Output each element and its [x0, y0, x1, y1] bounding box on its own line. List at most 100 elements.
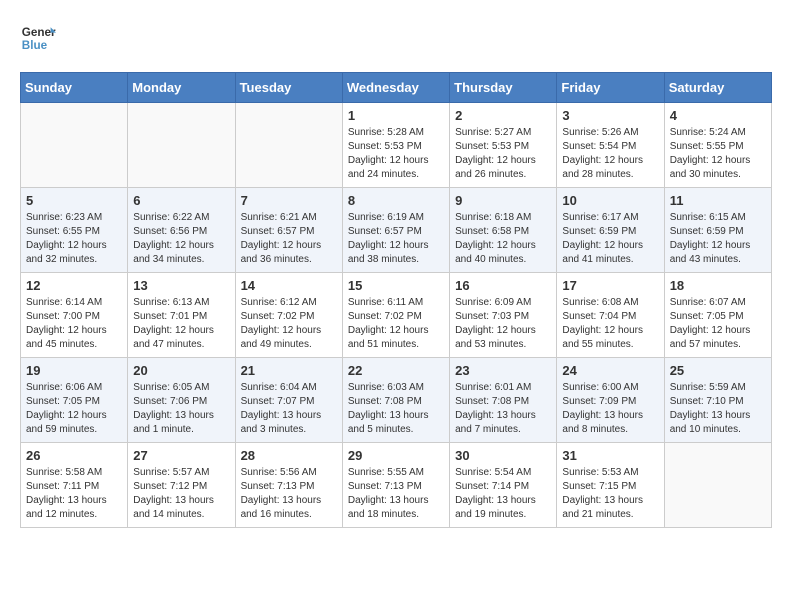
- day-number: 8: [348, 193, 444, 208]
- day-number: 13: [133, 278, 229, 293]
- calendar-cell: 14 Sunrise: 6:12 AM Sunset: 7:02 PM Dayli…: [235, 273, 342, 358]
- day-detail: Sunrise: 6:05 AM Sunset: 7:06 PM Dayligh…: [133, 381, 229, 437]
- day-number: 7: [241, 193, 337, 208]
- day-number: 31: [562, 448, 658, 463]
- day-detail: Sunrise: 6:18 AM Sunset: 6:58 PM Dayligh…: [455, 211, 551, 267]
- day-detail: Sunrise: 6:15 AM Sunset: 6:59 PM Dayligh…: [670, 211, 766, 267]
- calendar-cell: 1 Sunrise: 5:28 AM Sunset: 5:53 PM Daylig…: [342, 103, 449, 188]
- day-number: 30: [455, 448, 551, 463]
- calendar-cell: 3Sunrise: 5:26 AM Sunset: 5:54 PM Daylig…: [557, 103, 664, 188]
- weekday-header-wednesday: Wednesday: [342, 73, 449, 103]
- calendar-cell: 4 Sunrise: 5:24 AM Sunset: 5:55 PM Daylig…: [664, 103, 771, 188]
- weekday-header-row: SundayMondayTuesdayWednesdayThursdayFrid…: [21, 73, 772, 103]
- day-detail: Sunrise: 5:26 AM Sunset: 5:54 PM Dayligh…: [562, 126, 658, 182]
- calendar-cell: 15 Sunrise: 6:11 AM Sunset: 7:02 PM Dayli…: [342, 273, 449, 358]
- week-row-2: 5 Sunrise: 6:23 AM Sunset: 6:55 PM Daylig…: [21, 188, 772, 273]
- day-number: 10: [562, 193, 658, 208]
- day-number: 9: [455, 193, 551, 208]
- calendar-cell: 31 Sunrise: 5:53 AM Sunset: 7:15 PM Dayli…: [557, 443, 664, 528]
- week-row-3: 12 Sunrise: 6:14 AM Sunset: 7:00 PM Dayli…: [21, 273, 772, 358]
- weekday-header-friday: Friday: [557, 73, 664, 103]
- day-number: 4: [670, 108, 766, 123]
- week-row-1: 1 Sunrise: 5:28 AM Sunset: 5:53 PM Daylig…: [21, 103, 772, 188]
- calendar-cell: 29Sunrise: 5:55 AM Sunset: 7:13 PM Dayli…: [342, 443, 449, 528]
- weekday-header-tuesday: Tuesday: [235, 73, 342, 103]
- day-detail: Sunrise: 6:07 AM Sunset: 7:05 PM Dayligh…: [670, 296, 766, 352]
- calendar-cell: 8 Sunrise: 6:19 AM Sunset: 6:57 PM Daylig…: [342, 188, 449, 273]
- calendar-cell: [235, 103, 342, 188]
- weekday-header-monday: Monday: [128, 73, 235, 103]
- calendar-cell: 13 Sunrise: 6:13 AM Sunset: 7:01 PM Dayli…: [128, 273, 235, 358]
- day-number: 16: [455, 278, 551, 293]
- day-detail: Sunrise: 5:27 AM Sunset: 5:53 PM Dayligh…: [455, 126, 551, 182]
- calendar-cell: [128, 103, 235, 188]
- page-header: General Blue: [20, 20, 772, 56]
- day-number: 29: [348, 448, 444, 463]
- day-detail: Sunrise: 6:06 AM Sunset: 7:05 PM Dayligh…: [26, 381, 122, 437]
- day-number: 24: [562, 363, 658, 378]
- calendar-cell: 6Sunrise: 6:22 AM Sunset: 6:56 PM Daylig…: [128, 188, 235, 273]
- calendar-cell: 24 Sunrise: 6:00 AM Sunset: 7:09 PM Dayli…: [557, 358, 664, 443]
- calendar-cell: 30Sunrise: 5:54 AM Sunset: 7:14 PM Dayli…: [450, 443, 557, 528]
- day-detail: Sunrise: 6:11 AM Sunset: 7:02 PM Dayligh…: [348, 296, 444, 352]
- day-number: 22: [348, 363, 444, 378]
- calendar-cell: 16 Sunrise: 6:09 AM Sunset: 7:03 PM Dayli…: [450, 273, 557, 358]
- day-detail: Sunrise: 6:04 AM Sunset: 7:07 PM Dayligh…: [241, 381, 337, 437]
- day-number: 23: [455, 363, 551, 378]
- day-detail: Sunrise: 5:56 AM Sunset: 7:13 PM Dayligh…: [241, 466, 337, 522]
- logo: General Blue: [20, 20, 56, 56]
- svg-text:Blue: Blue: [22, 39, 48, 52]
- calendar-cell: 21Sunrise: 6:04 AM Sunset: 7:07 PM Dayli…: [235, 358, 342, 443]
- calendar-cell: [21, 103, 128, 188]
- calendar-cell: 12 Sunrise: 6:14 AM Sunset: 7:00 PM Dayli…: [21, 273, 128, 358]
- day-number: 5: [26, 193, 122, 208]
- calendar-cell: 7Sunrise: 6:21 AM Sunset: 6:57 PM Daylig…: [235, 188, 342, 273]
- day-detail: Sunrise: 6:00 AM Sunset: 7:09 PM Dayligh…: [562, 381, 658, 437]
- day-detail: Sunrise: 6:19 AM Sunset: 6:57 PM Dayligh…: [348, 211, 444, 267]
- calendar-cell: 23 Sunrise: 6:01 AM Sunset: 7:08 PM Dayli…: [450, 358, 557, 443]
- day-detail: Sunrise: 6:13 AM Sunset: 7:01 PM Dayligh…: [133, 296, 229, 352]
- day-number: 12: [26, 278, 122, 293]
- day-detail: Sunrise: 6:22 AM Sunset: 6:56 PM Dayligh…: [133, 211, 229, 267]
- day-detail: Sunrise: 6:17 AM Sunset: 6:59 PM Dayligh…: [562, 211, 658, 267]
- day-detail: Sunrise: 5:53 AM Sunset: 7:15 PM Dayligh…: [562, 466, 658, 522]
- calendar-table: SundayMondayTuesdayWednesdayThursdayFrid…: [20, 72, 772, 528]
- day-detail: Sunrise: 5:28 AM Sunset: 5:53 PM Dayligh…: [348, 126, 444, 182]
- day-detail: Sunrise: 5:58 AM Sunset: 7:11 PM Dayligh…: [26, 466, 122, 522]
- day-number: 18: [670, 278, 766, 293]
- calendar-cell: 17 Sunrise: 6:08 AM Sunset: 7:04 PM Dayli…: [557, 273, 664, 358]
- weekday-header-thursday: Thursday: [450, 73, 557, 103]
- calendar-cell: 28Sunrise: 5:56 AM Sunset: 7:13 PM Dayli…: [235, 443, 342, 528]
- day-number: 11: [670, 193, 766, 208]
- day-detail: Sunrise: 6:09 AM Sunset: 7:03 PM Dayligh…: [455, 296, 551, 352]
- day-detail: Sunrise: 6:12 AM Sunset: 7:02 PM Dayligh…: [241, 296, 337, 352]
- calendar-cell: 20 Sunrise: 6:05 AM Sunset: 7:06 PM Dayli…: [128, 358, 235, 443]
- week-row-5: 26 Sunrise: 5:58 AM Sunset: 7:11 PM Dayli…: [21, 443, 772, 528]
- logo-icon: General Blue: [20, 20, 56, 56]
- day-number: 25: [670, 363, 766, 378]
- calendar-cell: 2 Sunrise: 5:27 AM Sunset: 5:53 PM Daylig…: [450, 103, 557, 188]
- weekday-header-sunday: Sunday: [21, 73, 128, 103]
- day-number: 20: [133, 363, 229, 378]
- calendar-cell: [664, 443, 771, 528]
- calendar-cell: 18 Sunrise: 6:07 AM Sunset: 7:05 PM Dayli…: [664, 273, 771, 358]
- calendar-cell: 19 Sunrise: 6:06 AM Sunset: 7:05 PM Dayli…: [21, 358, 128, 443]
- day-number: 15: [348, 278, 444, 293]
- calendar-cell: 10 Sunrise: 6:17 AM Sunset: 6:59 PM Dayli…: [557, 188, 664, 273]
- day-number: 19: [26, 363, 122, 378]
- day-detail: Sunrise: 6:08 AM Sunset: 7:04 PM Dayligh…: [562, 296, 658, 352]
- day-detail: Sunrise: 5:24 AM Sunset: 5:55 PM Dayligh…: [670, 126, 766, 182]
- day-detail: Sunrise: 6:01 AM Sunset: 7:08 PM Dayligh…: [455, 381, 551, 437]
- day-number: 26: [26, 448, 122, 463]
- day-detail: Sunrise: 6:23 AM Sunset: 6:55 PM Dayligh…: [26, 211, 122, 267]
- day-number: 14: [241, 278, 337, 293]
- calendar-cell: 5 Sunrise: 6:23 AM Sunset: 6:55 PM Daylig…: [21, 188, 128, 273]
- calendar-cell: 22Sunrise: 6:03 AM Sunset: 7:08 PM Dayli…: [342, 358, 449, 443]
- day-detail: Sunrise: 6:14 AM Sunset: 7:00 PM Dayligh…: [26, 296, 122, 352]
- day-number: 17: [562, 278, 658, 293]
- calendar-cell: 27Sunrise: 5:57 AM Sunset: 7:12 PM Dayli…: [128, 443, 235, 528]
- day-number: 1: [348, 108, 444, 123]
- day-number: 2: [455, 108, 551, 123]
- week-row-4: 19 Sunrise: 6:06 AM Sunset: 7:05 PM Dayli…: [21, 358, 772, 443]
- calendar-cell: 26 Sunrise: 5:58 AM Sunset: 7:11 PM Dayli…: [21, 443, 128, 528]
